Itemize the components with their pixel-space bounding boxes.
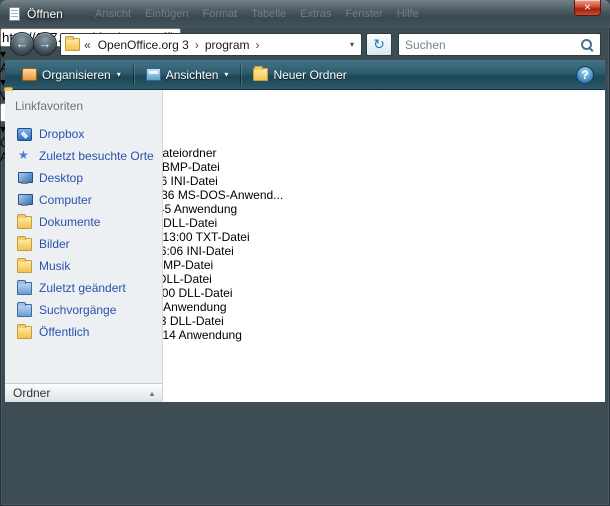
sidebar-item-suchvorg-nge[interactable]: Suchvorgänge xyxy=(5,299,162,321)
sidebar-item-label: Zuletzt besuchte Orte xyxy=(39,149,154,163)
search-box xyxy=(398,33,601,56)
breadcrumb-overflow-icon[interactable]: « xyxy=(84,38,91,52)
help-button[interactable]: ? xyxy=(576,66,594,84)
open-file-dialog: Öffnen Ansicht Einfügen Format Tabelle Extra… xyxy=(0,0,610,506)
sidebar-item-label: Dokumente xyxy=(39,215,100,229)
chevron-right-icon: › xyxy=(253,38,263,52)
refresh-button[interactable]: ↻ xyxy=(366,33,392,56)
favorites-header: Linkfavoriten xyxy=(5,90,162,113)
file-type: Anwendung xyxy=(163,300,226,314)
ghost-menu-item: Einfügen xyxy=(145,8,188,20)
file-type: DLL-Datei xyxy=(179,286,233,300)
sidebar: Linkfavoriten Dropbox Zuletzt besuchte O… xyxy=(5,90,163,402)
ghost-menu-item: Fenster xyxy=(345,8,382,20)
sidebar-item-label: Computer xyxy=(39,193,92,207)
sidebar-item-label: Öffentlich xyxy=(39,325,89,339)
file-type: DLL-Datei xyxy=(158,272,212,286)
address-dropdown-icon[interactable]: ▾ xyxy=(347,40,357,49)
back-button[interactable]: ← xyxy=(10,32,34,56)
sidebar-item-bilder[interactable]: Bilder xyxy=(5,233,162,255)
toolbar: Organisieren ▾ Ansichten ▾ Neuer Ordner … xyxy=(5,60,605,90)
chevron-right-icon: › xyxy=(192,38,202,52)
chevron-down-icon: ▾ xyxy=(117,70,121,79)
file-type: Dateiordner xyxy=(154,146,217,160)
computer-icon xyxy=(17,194,32,207)
organize-label: Organisieren xyxy=(42,68,111,82)
file-type: MS-DOS-Anwend... xyxy=(178,188,283,202)
file-type: INI-Datei xyxy=(187,244,234,258)
sidebar-item-dokumente[interactable]: Dokumente xyxy=(5,211,162,233)
close-icon: × xyxy=(584,0,591,14)
file-type: Anwendung xyxy=(174,202,237,216)
sidebar-items: Dropbox Zuletzt besuchte Orte Desktop Co… xyxy=(5,123,162,343)
recent-places-icon xyxy=(17,150,32,163)
new-folder-button[interactable]: Neuer Ordner xyxy=(244,63,355,87)
breadcrumb[interactable]: « OpenOffice.org 3 › program › ▾ xyxy=(60,33,362,56)
ghost-menu-item: Extras xyxy=(300,8,331,20)
ghost-menu-item: Format xyxy=(203,8,238,20)
sidebar-item-label: Musik xyxy=(39,259,70,273)
sidebar-item-musik[interactable]: Musik xyxy=(5,255,162,277)
file-type: BMP-Datei xyxy=(162,160,220,174)
main-content: Linkfavoriten Dropbox Zuletzt besuchte O… xyxy=(5,90,605,402)
back-arrow-icon: ← xyxy=(16,36,29,51)
toolbar-separator xyxy=(133,65,134,85)
document-window-icon xyxy=(9,7,20,21)
folders-expander-bar[interactable]: Ordner ▴ xyxy=(5,383,162,402)
sidebar-item-zuletzt-besuchte-orte[interactable]: Zuletzt besuchte Orte xyxy=(5,145,162,167)
sidebar-item-label: Zuletzt geändert xyxy=(39,281,126,295)
file-type: DLL-Datei xyxy=(163,216,217,230)
sidebar-item-label: Suchvorgänge xyxy=(39,303,116,317)
refresh-icon: ↻ xyxy=(373,36,385,52)
organize-button[interactable]: Organisieren ▾ xyxy=(13,63,130,87)
ghost-menu: Ansicht Einfügen Format Tabelle Extras Fenste… xyxy=(95,8,419,20)
close-button[interactable]: × xyxy=(574,0,601,16)
breadcrumb-item-program[interactable]: program xyxy=(202,38,253,52)
sidebar-item-ffentlich[interactable]: Öffentlich xyxy=(5,321,162,343)
file-type: INI-Datei xyxy=(170,174,217,188)
file-type: BMP-Datei xyxy=(155,258,213,272)
sidebar-item-computer[interactable]: Computer xyxy=(5,189,162,211)
dropbox-icon xyxy=(17,128,32,141)
toolbar-separator xyxy=(240,65,241,85)
folder-blue-icon xyxy=(17,304,32,317)
sidebar-item-label: Dropbox xyxy=(39,127,84,141)
window-title: Öffnen xyxy=(27,7,63,21)
forward-arrow-icon: → xyxy=(39,36,52,51)
sidebar-item-desktop[interactable]: Desktop xyxy=(5,167,162,189)
views-button[interactable]: Ansichten ▾ xyxy=(137,63,238,87)
views-label: Ansichten xyxy=(166,68,219,82)
folder-icon xyxy=(17,326,32,339)
ghost-menu-item: Tabelle xyxy=(251,8,286,20)
search-icon xyxy=(579,37,595,53)
titlebar: Öffnen Ansicht Einfügen Format Tabelle Extra… xyxy=(0,0,610,28)
organize-icon xyxy=(22,68,37,81)
forward-button[interactable]: → xyxy=(33,32,57,56)
file-type: DLL-Datei xyxy=(170,314,224,328)
chevron-up-icon: ▴ xyxy=(150,389,154,398)
sidebar-item-label: Desktop xyxy=(39,171,83,185)
folder-icon xyxy=(65,38,80,51)
search-input[interactable] xyxy=(399,38,579,52)
sidebar-item-zuletzt-ge-ndert[interactable]: Zuletzt geändert xyxy=(5,277,162,299)
folders-bar-label: Ordner xyxy=(13,386,50,400)
new-folder-label: Neuer Ordner xyxy=(273,68,346,82)
file-type: TXT-Datei xyxy=(196,230,250,244)
new-folder-icon xyxy=(253,68,268,81)
sidebar-item-dropbox[interactable]: Dropbox xyxy=(5,123,162,145)
folder-icon xyxy=(17,238,32,251)
sidebar-item-label: Bilder xyxy=(39,237,70,251)
chevron-down-icon: ▾ xyxy=(224,70,228,79)
folder-icon xyxy=(17,260,32,273)
folder-icon xyxy=(17,216,32,229)
desktop-icon xyxy=(17,172,32,185)
breadcrumb-item-openoffice[interactable]: OpenOffice.org 3 xyxy=(95,38,192,52)
ghost-menu-item: Ansicht xyxy=(95,8,131,20)
help-icon: ? xyxy=(581,68,588,82)
file-type: Anwendung xyxy=(178,328,241,342)
views-icon xyxy=(146,68,161,81)
ghost-menu-item: Hilfe xyxy=(397,8,419,20)
folder-blue-icon xyxy=(17,282,32,295)
navigation-bar: ← → « OpenOffice.org 3 › program › ▾ ↻ xyxy=(0,28,610,60)
